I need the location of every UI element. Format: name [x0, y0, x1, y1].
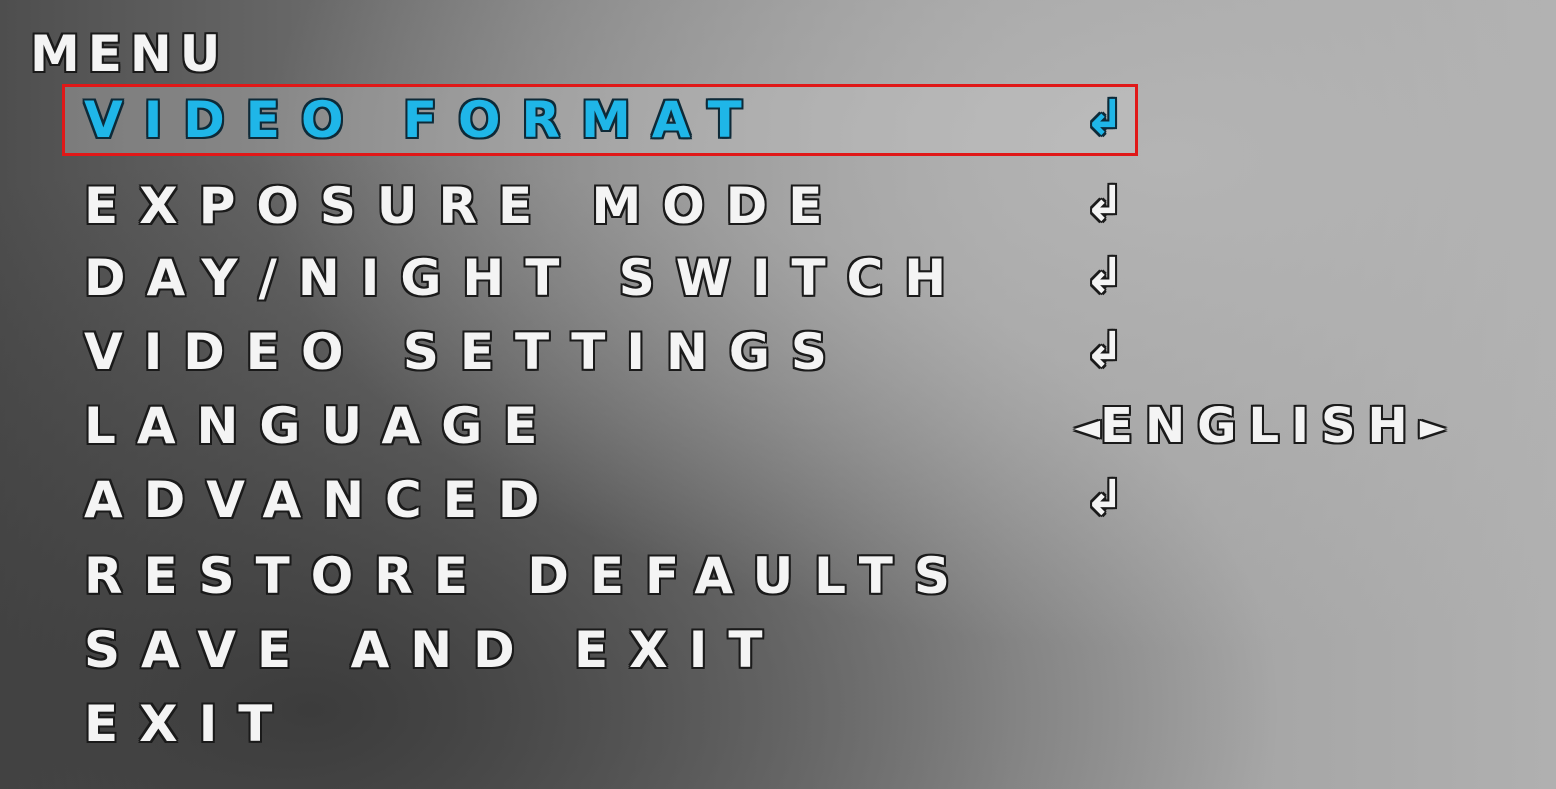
enter-return-icon: ↲: [1084, 248, 1125, 304]
menu-item-video-format[interactable]: VIDEO FORMAT ↲: [62, 84, 1138, 156]
menu-item-restore-defaults[interactable]: RESTORE DEFAULTS: [62, 540, 1138, 612]
menu-item-label: LANGUAGE: [84, 397, 559, 455]
menu-item-label: EXPOSURE MODE: [84, 177, 844, 235]
menu-item-video-settings[interactable]: VIDEO SETTINGS ↲: [62, 316, 1138, 388]
left-triangle-icon[interactable]: ◄: [1074, 407, 1100, 447]
menu-item-label: EXIT: [84, 695, 294, 753]
menu-item-exit[interactable]: EXIT: [62, 688, 1138, 760]
enter-return-icon: ↲: [1084, 90, 1125, 146]
menu-item-label: RESTORE DEFAULTS: [84, 547, 971, 605]
enter-return-icon: ↲: [1084, 176, 1125, 232]
menu-item-label: DAY/NIGHT SWITCH: [84, 249, 968, 307]
menu-item-label: ADVANCED: [84, 471, 561, 529]
menu-item-language[interactable]: LANGUAGE ◄ENGLISH►: [62, 390, 1446, 462]
menu-item-label: VIDEO SETTINGS: [84, 323, 848, 381]
menu-item-exposure-mode[interactable]: EXPOSURE MODE ↲: [62, 170, 1138, 242]
menu-item-advanced[interactable]: ADVANCED ↲: [62, 464, 1138, 536]
menu-item-save-and-exit[interactable]: SAVE AND EXIT: [62, 614, 1138, 686]
enter-return-icon: ↲: [1084, 470, 1125, 526]
menu-item-label: VIDEO FORMAT: [84, 91, 763, 149]
language-selector[interactable]: ◄ENGLISH►: [1074, 396, 1446, 457]
osd-menu-list: VIDEO FORMAT ↲ EXPOSURE MODE ↲ DAY/NIGHT…: [0, 0, 1556, 789]
menu-item-day-night-switch[interactable]: DAY/NIGHT SWITCH ↲: [62, 242, 1138, 314]
language-value: ENGLISH: [1100, 398, 1420, 454]
enter-return-icon: ↲: [1084, 322, 1125, 378]
menu-item-label: SAVE AND EXIT: [84, 621, 784, 679]
right-triangle-icon[interactable]: ►: [1420, 407, 1446, 447]
